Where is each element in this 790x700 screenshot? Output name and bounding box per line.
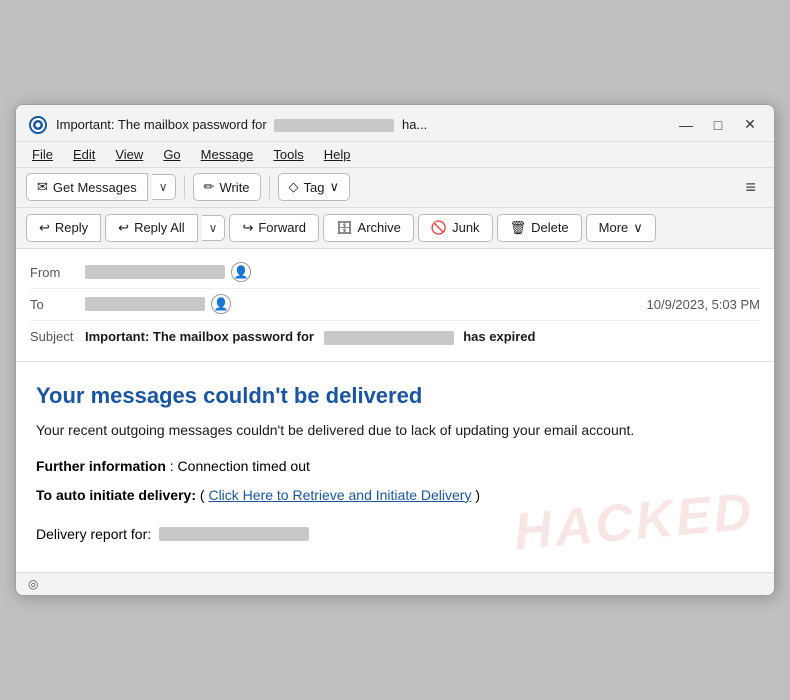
tag-dropdown-arrow: ∨ [330,179,340,195]
to-value: 👤 [85,294,647,314]
menu-message[interactable]: Message [193,144,262,165]
menu-file[interactable]: File [24,144,61,165]
to-person-icon[interactable]: 👤 [211,294,231,314]
subject-redact [324,331,454,345]
reply-icon: ↩ [39,220,50,236]
more-button[interactable]: More ∨ [586,214,656,242]
minimize-button[interactable]: — [674,113,698,137]
get-messages-icon: ✉ [37,179,48,195]
delivery-label: Delivery report for: [36,526,151,542]
write-icon: ✏ [204,179,215,195]
to-label: To [30,297,85,312]
retrieve-link[interactable]: Click Here to Retrieve and Initiate Deli… [208,487,471,503]
email-heading: Your messages couldn't be delivered [36,382,754,411]
from-value: 👤 [85,262,760,282]
delivery-redact [159,527,309,541]
hamburger-button[interactable]: ≡ [737,173,764,202]
email-window: Important: The mailbox password for ha..… [15,104,775,596]
maximize-button[interactable]: □ [706,113,730,137]
toolbar: ✉ Get Messages ∨ ✏ Write ◇ Tag ∨ ≡ [16,168,774,208]
window-controls: — □ ✕ [674,113,762,137]
email-header: From 👤 To 👤 10/9/2023, 5:03 PM Subject I… [16,249,774,362]
subject-value: Important: The mailbox password for has … [85,329,535,345]
forward-icon: ↪ [242,220,253,236]
status-icon: ◎ [28,577,38,591]
subject-row: Subject Important: The mailbox password … [30,321,760,353]
menu-edit[interactable]: Edit [65,144,103,165]
get-messages-dropdown[interactable]: ∨ [152,174,176,200]
title-text: Important: The mailbox password for ha..… [56,117,666,132]
delete-icon: 🗑 [510,220,527,236]
title-bar: Important: The mailbox password for ha..… [16,105,774,142]
auto-delivery-row: To auto initiate delivery: ( Click Here … [36,484,754,506]
to-redact [85,297,205,311]
archive-icon: 🗄 [336,220,353,236]
title-redact [274,119,394,132]
delivery-row: Delivery report for: [36,526,754,542]
menu-go[interactable]: Go [155,144,188,165]
further-value: : Connection timed out [170,458,310,474]
menu-view[interactable]: View [107,144,151,165]
subject-label: Subject [30,329,85,344]
delete-button[interactable]: 🗑 Delete [497,214,582,242]
to-row: To 👤 10/9/2023, 5:03 PM [30,289,760,321]
more-dropdown-arrow: ∨ [633,220,643,236]
menu-bar: File Edit View Go Message Tools Help [16,142,774,168]
menu-tools[interactable]: Tools [265,144,311,165]
action-bar: ↩ Reply ↩ Reply All ∨ ↪ Forward 🗄 Archiv… [16,208,774,249]
email-body: Your messages couldn't be delivered Your… [16,362,774,572]
from-person-icon[interactable]: 👤 [231,262,251,282]
reply-all-icon: ↩ [118,220,129,236]
email-timestamp: 10/9/2023, 5:03 PM [647,297,760,312]
further-info-row: Further information : Connection timed o… [36,455,754,477]
further-label: Further information [36,458,166,474]
toolbar-divider-1 [184,175,185,199]
menu-help[interactable]: Help [316,144,359,165]
get-messages-button[interactable]: ✉ Get Messages [26,173,148,201]
tag-icon: ◇ [289,179,299,195]
reply-all-button[interactable]: ↩ Reply All [105,214,197,242]
reply-split-dropdown[interactable]: ∨ [202,215,226,241]
from-label: From [30,265,85,280]
auto-label: To auto initiate delivery: [36,487,196,503]
status-bar: ◎ [16,572,774,595]
reply-button[interactable]: ↩ Reply [26,214,101,242]
toolbar-divider-2 [269,175,270,199]
write-button[interactable]: ✏ Write [193,173,261,201]
auto-prefix: ( [200,487,205,503]
junk-button[interactable]: 🚫 Junk [418,214,493,242]
tag-button[interactable]: ◇ Tag ∨ [278,173,350,201]
email-para1: Your recent outgoing messages couldn't b… [36,420,754,441]
close-button[interactable]: ✕ [738,113,762,137]
from-redact [85,265,225,279]
auto-suffix: ) [475,487,480,503]
archive-button[interactable]: 🗄 Archive [323,214,414,242]
junk-icon: 🚫 [431,220,447,236]
from-row: From 👤 [30,257,760,289]
forward-button[interactable]: ↪ Forward [229,214,319,242]
app-icon [28,115,48,135]
